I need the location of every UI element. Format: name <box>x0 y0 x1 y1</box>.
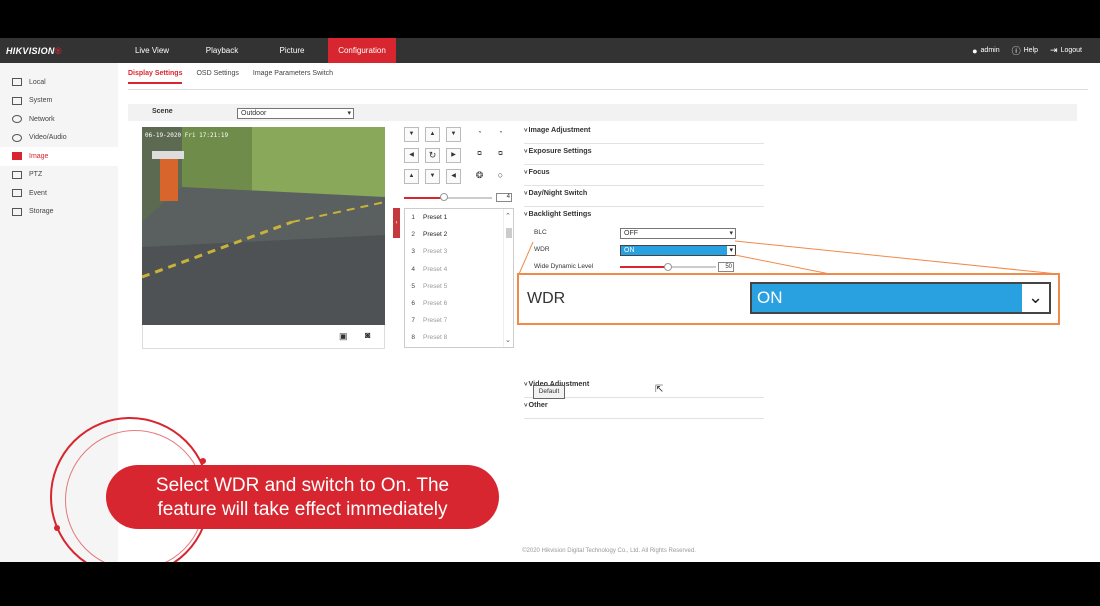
decorative-dot <box>54 525 60 531</box>
caption-line: feature will take effect immediately <box>157 499 448 520</box>
callout-wdr-value: ON <box>757 288 783 307</box>
instruction-caption: Select WDR and switch to On. The feature… <box>106 465 499 529</box>
bottom-letterbox <box>0 562 1100 606</box>
chevron-down-icon: ⌄ <box>1022 284 1049 312</box>
callout-wdr-label: WDR <box>527 290 566 307</box>
caption-line: Select WDR and switch to On. The <box>155 475 450 496</box>
wdr-zoom-callout: WDR ON ⌄ <box>517 273 1060 325</box>
callout-wdr-select: ON ⌄ <box>750 282 1051 314</box>
decorative-dot <box>200 458 206 464</box>
